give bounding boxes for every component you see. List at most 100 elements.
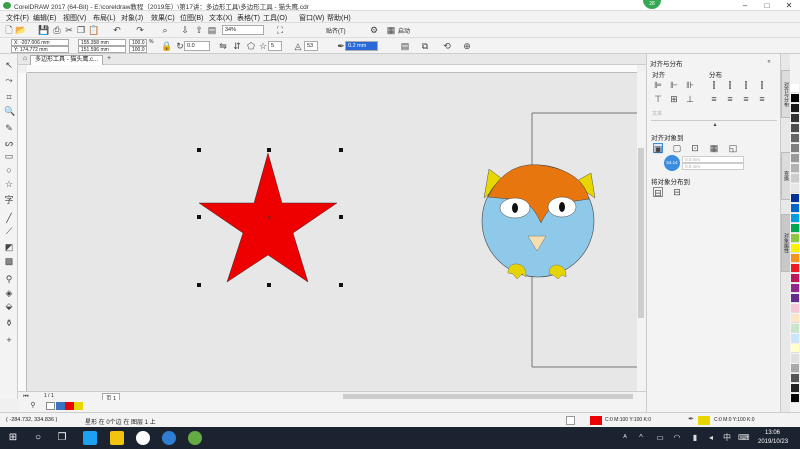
swatch-blue[interactable] [56,402,65,410]
distribute-middle-icon[interactable]: ≡ [725,94,735,104]
cortana-icon[interactable]: ○ [33,433,43,443]
y-position-field[interactable]: Y: 174.772 mm [11,46,69,53]
chrome-icon[interactable] [136,431,150,445]
ime-icon[interactable]: ᴬ [620,433,630,443]
edge-icon[interactable] [83,431,97,445]
print-icon[interactable]: ⎙ [52,25,62,35]
distribute-page-icon[interactable]: ⊟ [672,187,682,197]
palette-swatch[interactable] [791,174,799,183]
vertical-scroll-thumb[interactable] [638,148,644,318]
file-explorer-icon[interactable] [110,431,124,445]
distribute-top-icon[interactable]: ≡ [709,94,719,104]
task-view-icon[interactable]: ❐ [57,433,67,443]
drop-shadow-icon[interactable]: ◩ [4,242,14,252]
publish-icon[interactable]: ▤ [207,25,217,35]
palette-swatch[interactable] [791,184,799,193]
convert-curve-icon[interactable]: ⟲ [442,41,452,51]
collapse-section-icon[interactable]: ▴ [710,120,720,130]
palette-swatch[interactable] [791,204,799,213]
freehand-tool-icon[interactable]: ✎ [4,123,14,133]
palette-swatch[interactable] [791,364,799,373]
eyedropper-icon[interactable]: ⚲ [4,274,14,284]
undo-icon[interactable]: ↶ [112,25,122,35]
lock-ratio-icon[interactable]: 🔒 [161,41,172,51]
rectangle-tool-icon[interactable]: ▭ [4,151,14,161]
fill-color-chip[interactable] [590,416,602,425]
horizontal-scroll-thumb[interactable] [343,394,633,399]
windows-start-icon[interactable]: ⊞ [8,433,18,443]
palette-swatch[interactable] [791,384,799,393]
search-icon[interactable]: ⌕ [160,25,170,35]
wrap-text-icon[interactable]: ▤ [400,41,410,51]
palette-swatch[interactable] [791,284,799,293]
align-page-center-icon[interactable]: ⊡ [690,143,700,153]
palette-swatch[interactable] [791,324,799,333]
ellipse-tool-icon[interactable]: ○ [4,165,14,175]
align-y-field[interactable]: 0.0 mm [682,163,744,170]
align-active-objects-icon[interactable]: ▣ [653,143,663,154]
palette-swatch[interactable] [791,334,799,343]
palette-swatch[interactable] [791,124,799,133]
align-center-h-icon[interactable]: ⊩ [669,80,679,90]
zoom-tool-icon[interactable]: 🔍 [4,106,15,116]
menu-edit[interactable]: 编辑(E) [33,13,56,23]
close-icon[interactable]: ✕ [778,0,800,11]
network-icon[interactable]: ▭ [655,433,665,443]
width-field[interactable]: 155.358 mm [78,39,126,46]
add-icon[interactable]: ⊕ [462,41,472,51]
docker-collapse-icon[interactable]: « [764,57,774,67]
palette-swatch[interactable] [791,134,799,143]
menu-bitmaps[interactable]: 位图(B) [180,13,203,23]
menu-tools[interactable]: 工具(O) [263,13,287,23]
swatch-yellow[interactable] [74,402,83,410]
owl-drawing[interactable] [481,164,596,280]
palette-swatch[interactable] [791,104,799,113]
vertical-scrollbar[interactable] [637,73,645,391]
palette-swatch[interactable] [791,304,799,313]
palette-swatch[interactable] [791,274,799,283]
swatch-red[interactable] [65,402,74,410]
palette-swatch[interactable] [791,224,799,233]
menu-text[interactable]: 文本(X) [209,13,232,23]
welcome-tab-icon[interactable]: ⌂ [20,54,30,64]
palette-swatch[interactable] [791,244,799,253]
cut-icon[interactable]: ✂ [64,25,74,35]
palette-swatch[interactable] [791,344,799,353]
palette-swatch[interactable] [791,394,799,403]
drawing-canvas[interactable]: × [27,73,637,391]
snap-to-button[interactable]: 贴齐(T) [326,26,346,35]
align-point-icon[interactable]: ◱ [728,143,738,153]
menu-file[interactable]: 文件(F) [6,13,29,23]
align-left-icon[interactable]: ⊫ [653,80,663,90]
distribute-center-icon[interactable]: ⫿ [725,80,735,90]
points-field[interactable]: 5 [268,41,282,51]
shape-tool-icon[interactable]: ⤳ [4,75,14,85]
vertical-ruler[interactable] [18,73,27,391]
crop-tool-icon[interactable]: ⌗ [4,92,14,102]
horizontal-ruler[interactable] [27,65,637,73]
to-front-icon[interactable]: ⧉ [420,41,430,51]
redo-icon[interactable]: ↷ [135,25,145,35]
menu-table[interactable]: 表格(T) [237,13,260,23]
distribute-right-icon[interactable]: ⫿ [741,80,751,90]
palette-swatch[interactable] [791,94,799,103]
distribute-extent-icon[interactable]: ⊟ [653,187,663,198]
palette-swatch[interactable] [791,154,799,163]
mirror-h-icon[interactable]: ⇋ [218,41,228,51]
align-page-edge-icon[interactable]: ▢ [672,143,682,153]
menu-view[interactable]: 视图(V) [63,13,86,23]
tray-up-icon[interactable]: ^ [636,433,646,443]
transparency-icon[interactable]: ▩ [4,256,14,266]
palette-swatch[interactable] [791,164,799,173]
new-tab-icon[interactable]: + [104,54,114,64]
fill-tool-icon[interactable]: ◈ [4,288,14,298]
battery-icon[interactable]: ▮ [690,433,700,443]
palette-swatch[interactable] [791,84,799,93]
open-icon[interactable]: 📂 [15,25,26,35]
height-field[interactable]: 151.596 mm [78,46,126,53]
align-bottom-icon[interactable]: ⊥ [685,94,695,104]
palette-swatch[interactable] [791,144,799,153]
text-tool-icon[interactable]: 字 [4,195,14,205]
outline-width-field[interactable]: 0.2 mm [345,41,378,51]
star-mode-icon[interactable]: ☆ [258,41,268,51]
